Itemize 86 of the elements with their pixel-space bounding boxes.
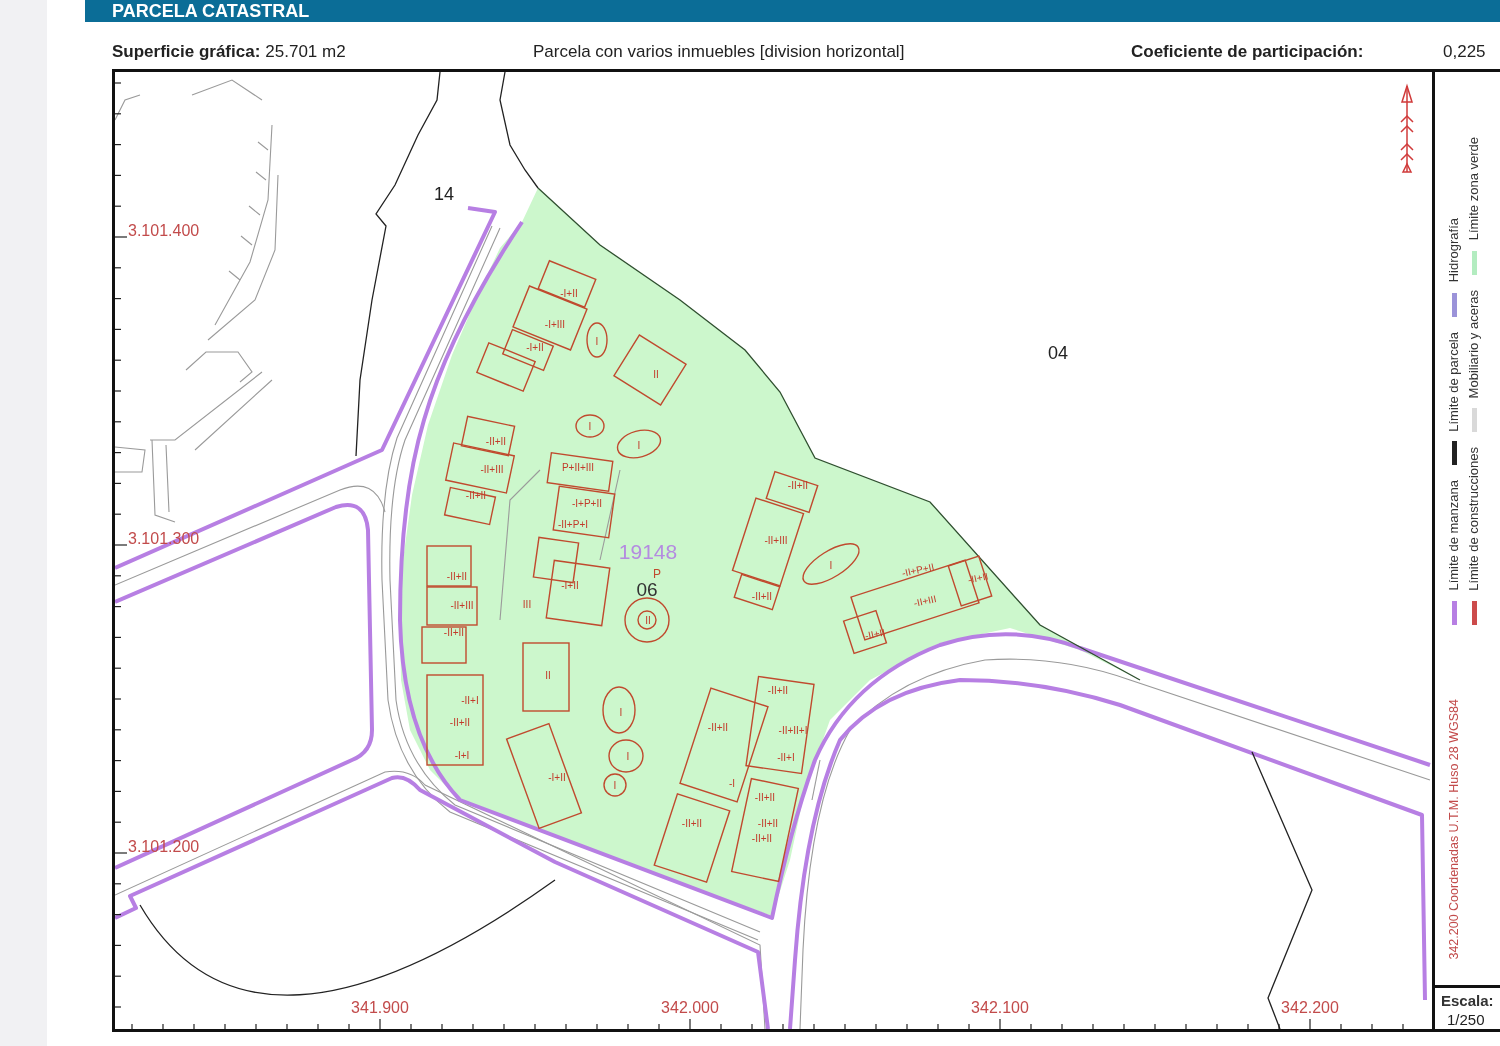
participation-value: 0,225	[1443, 41, 1486, 63]
building-label: -II+III	[450, 599, 474, 611]
building-outline	[575, 414, 605, 438]
building-label: II	[653, 368, 659, 380]
building-label: -II+II	[446, 570, 468, 582]
building-outline	[546, 452, 614, 492]
building-label: -I+P+II	[572, 497, 602, 509]
legend-label: Límite zona verde	[1466, 137, 1482, 241]
area-value: 25.701 m2	[265, 41, 346, 63]
building-label: -I+II	[548, 771, 566, 783]
legend-label: Mobiliario y aceras	[1466, 289, 1482, 399]
north-arrow-icon	[1400, 83, 1414, 173]
coordinate-label: 341.900	[351, 998, 409, 1016]
building-label: -I	[728, 777, 736, 789]
building-label: -II+II	[485, 435, 507, 447]
building-label: -II+I	[461, 694, 479, 706]
sidewalk-line	[191, 79, 263, 101]
building-label: -II+III	[764, 534, 788, 546]
legend-label: Límite de construcciones	[1466, 447, 1482, 591]
scale-value: 1/250	[1446, 1010, 1486, 1029]
building-label: -II+II	[443, 626, 465, 638]
building-outline	[421, 626, 467, 664]
building-outline	[545, 559, 611, 627]
area-label: Superficie gráfica:	[112, 41, 261, 63]
building-outline	[537, 259, 597, 309]
coordinate-label: 342.200	[1281, 998, 1339, 1016]
building-label: -II+P+II	[900, 561, 936, 579]
participation-label: Coeficiente de participación:	[1131, 41, 1364, 63]
building-label: -II+II	[681, 817, 703, 829]
building-label: I	[829, 559, 833, 571]
building-label: I	[595, 335, 599, 347]
building-label: I	[613, 779, 617, 791]
building-outline	[616, 429, 662, 459]
sidewalk-line	[115, 446, 146, 473]
building-label: -II+P+I	[558, 518, 588, 530]
building-label: III	[522, 598, 532, 610]
coordinate-label: 342.000	[661, 998, 719, 1016]
building-label: -II+II	[787, 479, 809, 491]
building-label: -II+II	[449, 716, 471, 728]
building-label: -II+II	[465, 489, 487, 501]
building-label: -II+II	[707, 721, 729, 733]
coordinate-label: 342.100	[971, 998, 1029, 1016]
building-label: -I+I	[454, 749, 470, 761]
building-label: I	[619, 706, 623, 718]
subparcel-label: 06	[636, 578, 658, 600]
parcel-label: 04	[1048, 343, 1068, 363]
legend-label: Límite de manzana	[1446, 480, 1462, 591]
building-label: -I+II	[561, 579, 579, 591]
section-title: PARCELA CATASTRAL	[112, 0, 310, 22]
coordinate-label: 3.101.400	[128, 221, 200, 239]
sidewalk-line	[115, 94, 141, 121]
building-label: II	[645, 614, 651, 626]
building-label: -II+I	[777, 751, 795, 763]
building-label: -II+II+I	[778, 724, 808, 736]
building-label: -I+II	[560, 287, 578, 299]
building-label: -I+III	[544, 318, 566, 330]
building-label: II	[545, 669, 551, 681]
building-label: -II+II	[751, 590, 773, 602]
subparcel-code: P	[653, 567, 661, 581]
building-label: -I+II	[526, 341, 544, 353]
building-label: -II+III	[480, 463, 504, 475]
building-label: -II+II	[757, 817, 779, 829]
scale-label: Escala:	[1441, 991, 1495, 1010]
building-label: P+II+III	[561, 461, 595, 473]
building-outline	[522, 642, 570, 712]
building-label: -II+II	[751, 832, 773, 844]
building-label: I	[626, 750, 630, 762]
building-label: -II+II	[754, 791, 776, 803]
building-outline	[426, 545, 472, 587]
building-label: I	[588, 420, 592, 432]
building-label: -II+III	[912, 593, 938, 609]
legend-label: Límite de parcela	[1446, 331, 1462, 432]
building-label: -II+II	[966, 570, 990, 586]
building-label: -II+II	[863, 626, 887, 642]
parcel-type: Parcela con varios inmuebles [division horizontal]	[533, 41, 905, 63]
building-label: -II+II	[767, 684, 789, 696]
parcel-number: 19148	[618, 539, 678, 563]
building-outline	[443, 486, 497, 526]
coordinate-system-note: 342.200 Coordenadas U.T.M. Huso 28 WGS84	[1446, 699, 1462, 960]
building-outline	[552, 485, 616, 539]
legend-label: Hidrografía	[1446, 218, 1462, 283]
building-outline	[426, 586, 478, 626]
building-outline	[602, 686, 636, 734]
parcel-label: 14	[434, 184, 454, 204]
building-label: I	[637, 439, 641, 451]
building-outline	[460, 415, 516, 457]
